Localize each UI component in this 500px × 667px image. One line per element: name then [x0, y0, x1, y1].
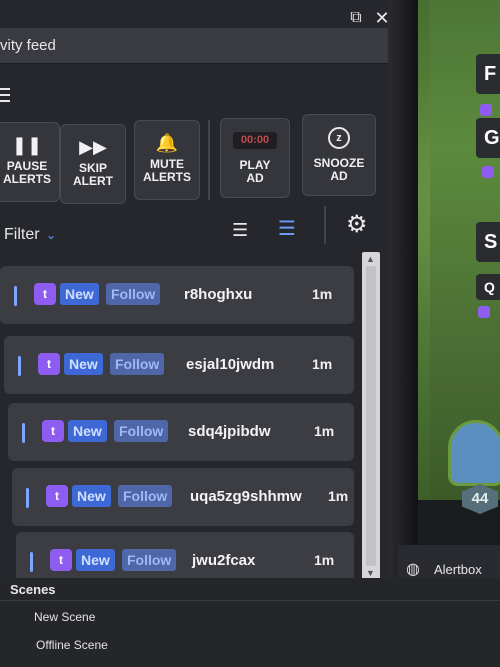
row-indicator: [18, 356, 21, 376]
row-indicator: [30, 552, 33, 572]
menu-icon[interactable]: [0, 88, 10, 102]
follow-badge: Follow: [118, 485, 173, 507]
gear-icon[interactable]: ⚙: [346, 210, 368, 239]
pause-label-2: ALERTS: [3, 171, 51, 186]
feed-time: 1m: [312, 356, 333, 372]
play-ad-label-2: AD: [246, 170, 264, 185]
preview-card: G: [476, 118, 500, 158]
scroll-up-icon[interactable]: ▲: [366, 254, 375, 264]
scenes-panel: Scenes New Scene Offline Scene: [0, 578, 500, 667]
feed-username[interactable]: sdq4jpibdw: [188, 423, 271, 440]
bell-icon: 🔔: [155, 132, 179, 153]
new-badge: New: [64, 353, 103, 375]
feed-row[interactable]: t New Follow uqa5zg9shhmw 1m: [12, 468, 354, 526]
pause-icon: ❚❚: [11, 134, 43, 155]
globe-icon: ◍: [406, 561, 420, 578]
twitch-icon: t: [34, 283, 56, 305]
snooze-icon: z: [328, 127, 350, 149]
feed-row[interactable]: t New Follow r8hoghxu 1m: [0, 266, 354, 324]
play-ad-button[interactable]: 00:00 PLAY AD: [220, 118, 290, 198]
ad-timer: 00:00: [232, 131, 278, 149]
follow-badge: Follow: [106, 283, 161, 305]
feed-row[interactable]: t New Follow esjal10jwdm 1m: [4, 336, 354, 394]
pause-label-1: PAUSE: [6, 158, 48, 173]
twitch-icon: [480, 104, 492, 116]
snooze-ad-button[interactable]: z SNOOZE AD: [302, 114, 376, 196]
twitch-icon: [478, 306, 490, 318]
play-ad-label-1: PLAY: [239, 157, 271, 172]
feed-username[interactable]: jwu2fcax: [192, 552, 255, 569]
dock-titlebar[interactable]: vity feed: [0, 28, 392, 64]
follow-badge: Follow: [122, 549, 177, 571]
compact-view-icon[interactable]: ☰: [278, 216, 296, 241]
scene-item[interactable]: Offline Scene: [36, 638, 108, 652]
skip-label-1: SKIP: [78, 160, 107, 175]
feed-time: 1m: [328, 488, 349, 504]
preview-card: S: [476, 222, 500, 262]
twitch-icon: t: [50, 549, 72, 571]
twitch-icon: t: [46, 485, 68, 507]
twitch-icon: [482, 166, 494, 178]
feed-time: 1m: [312, 286, 333, 302]
scrollbar-thumb[interactable]: [366, 266, 376, 566]
filter-label: Filter: [4, 226, 40, 243]
preview-card: Q: [476, 274, 500, 300]
twitch-icon: t: [42, 420, 64, 442]
dock-edge: [388, 0, 418, 600]
chevron-down-icon: ⌄: [45, 227, 57, 242]
skip-alert-button[interactable]: ▶▶ SKIP ALERT: [60, 124, 126, 204]
avatar: [448, 420, 500, 486]
snooze-label-2: AD: [330, 169, 348, 183]
feed-time: 1m: [314, 552, 335, 568]
feed-time: 1m: [314, 423, 335, 439]
skip-icon: ▶▶: [79, 136, 107, 157]
new-badge: New: [60, 283, 99, 305]
filter-dropdown[interactable]: Filter ⌄: [4, 226, 56, 244]
list-view-icon[interactable]: ☰: [232, 220, 248, 241]
mute-label-1: MUTE: [150, 156, 184, 171]
scene-item[interactable]: New Scene: [34, 610, 95, 624]
feed-scrollbar[interactable]: ▲ ▼: [362, 252, 380, 580]
scroll-down-icon[interactable]: ▼: [366, 568, 375, 578]
settings-divider: [324, 206, 326, 244]
feed-username[interactable]: esjal10jwdm: [186, 356, 274, 373]
preview-card: F: [476, 54, 500, 94]
feed-row[interactable]: t New Follow sdq4jpibdw 1m: [8, 403, 354, 461]
new-badge: New: [68, 420, 107, 442]
popout-icon[interactable]: ⧉: [346, 8, 366, 28]
follow-badge: Follow: [114, 420, 169, 442]
follow-badge: Follow: [110, 353, 165, 375]
feed-username[interactable]: uqa5zg9shhmw: [190, 488, 302, 505]
new-badge: New: [76, 549, 115, 571]
row-indicator: [22, 423, 25, 443]
row-indicator: [26, 488, 29, 508]
scenes-divider: [0, 600, 500, 601]
dock-title: vity feed: [0, 37, 56, 54]
scenes-header: Scenes: [10, 582, 56, 597]
mute-alerts-button[interactable]: 🔔 MUTE ALERTS: [134, 120, 200, 200]
pause-alerts-button[interactable]: ❚❚ PAUSE ALERTS: [0, 122, 60, 202]
source-label: Alertbox: [434, 562, 482, 577]
row-indicator: [14, 286, 17, 306]
skip-label-2: ALERT: [73, 173, 113, 188]
activity-feed-dock: vity feed ⧉ ✕ ❚❚ PAUSE ALERTS ▶▶ SKIP AL…: [0, 0, 392, 590]
toolbar-divider: [208, 120, 210, 200]
feed-username[interactable]: r8hoghxu: [184, 286, 252, 303]
mute-label-2: ALERTS: [143, 169, 191, 184]
new-badge: New: [72, 485, 111, 507]
twitch-icon: t: [38, 353, 60, 375]
